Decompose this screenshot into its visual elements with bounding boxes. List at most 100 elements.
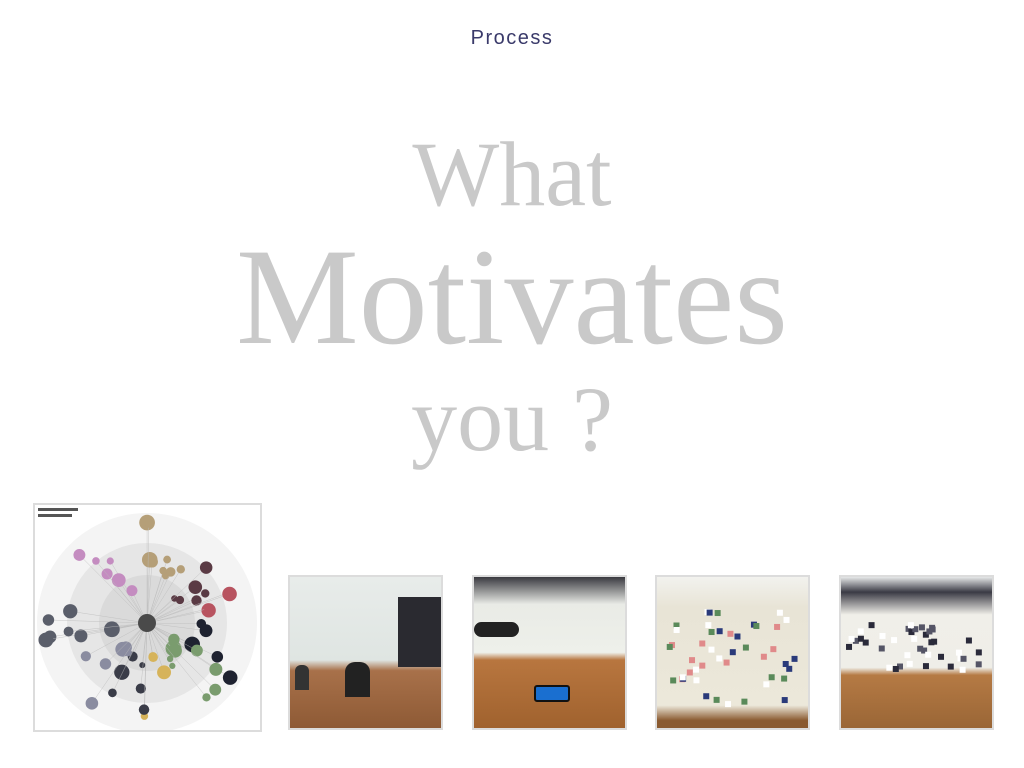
diagram-bubble <box>85 697 99 710</box>
diagram-bubble <box>144 519 154 528</box>
diagram-bubble <box>114 664 130 680</box>
card-shape <box>693 666 700 673</box>
diagram-bubble <box>166 655 174 663</box>
card-shape <box>666 643 673 650</box>
motivation-diagram-image <box>37 508 257 730</box>
diagram-bubble <box>199 624 213 638</box>
card-shape <box>768 674 775 681</box>
card-shape <box>699 640 706 647</box>
thumbnail-photo-sticky-notes[interactable] <box>655 575 810 730</box>
diagram-center-bubble <box>138 614 156 632</box>
card-shape <box>742 644 749 651</box>
card-shape <box>917 645 924 652</box>
card-shape <box>741 698 748 705</box>
card-shape <box>868 622 875 629</box>
thumbnail-photo-placing-cards[interactable] <box>839 575 994 730</box>
card-shape <box>891 637 898 644</box>
card-shape <box>848 635 855 642</box>
card-shape <box>770 646 777 653</box>
diagram-bubble <box>209 683 222 696</box>
card-shape <box>673 626 680 633</box>
card-shape <box>716 655 723 662</box>
card-shape <box>729 649 736 656</box>
headline-line-1: What <box>412 123 612 225</box>
card-shape <box>679 674 686 681</box>
diagram-bubble <box>169 662 176 670</box>
card-shape <box>886 664 893 671</box>
diagram-bubble <box>171 595 178 602</box>
card-shape <box>975 661 982 668</box>
card-shape <box>763 681 770 688</box>
diagram-bubble <box>199 561 213 574</box>
diagram-bubble <box>42 614 55 626</box>
diagram-bubble <box>139 662 146 669</box>
diagram-bubble <box>73 549 86 561</box>
diagram-bubble <box>99 658 112 670</box>
diagram-bubble <box>165 567 176 577</box>
card-shape <box>879 632 886 639</box>
diagram-bubble <box>92 557 100 565</box>
thumbnail-photo-drawing[interactable] <box>472 575 627 730</box>
diagram-bubble <box>80 651 91 662</box>
card-shape <box>892 665 899 672</box>
diagram-bubble <box>222 670 238 685</box>
diagram-bubble <box>191 595 202 606</box>
cards-image <box>846 622 982 673</box>
section-title: Process <box>470 27 554 49</box>
card-shape <box>714 610 721 617</box>
diagram-bubble <box>106 557 114 565</box>
headline-line-2: Motivates <box>236 220 788 373</box>
diagram-bubble <box>63 604 78 619</box>
card-shape <box>791 655 798 662</box>
diagram-bubble <box>38 632 54 648</box>
thumbnail-photo-meeting-room[interactable] <box>288 575 443 730</box>
card-shape <box>725 701 732 708</box>
diagram-bubble <box>108 688 117 698</box>
card-shape <box>693 677 700 684</box>
card-shape <box>781 697 788 704</box>
card-shape <box>713 696 720 703</box>
card-shape <box>878 645 885 652</box>
card-shape <box>960 655 967 662</box>
diagram-bubble <box>159 566 167 575</box>
sticky-notes-image <box>666 609 798 708</box>
diagram-bubble <box>190 644 203 657</box>
arm-shape <box>474 622 519 637</box>
card-shape <box>959 666 966 673</box>
diagram-bubble <box>202 693 211 702</box>
diagram-bubble <box>138 704 150 715</box>
diagram-bubble <box>168 633 180 646</box>
diagram-bubble <box>203 604 213 613</box>
card-shape <box>846 643 853 650</box>
diagram-bubble <box>104 621 120 638</box>
card-shape <box>723 659 730 666</box>
card-shape <box>670 677 677 684</box>
card-shape <box>907 622 914 629</box>
card-shape <box>975 649 982 656</box>
card-shape <box>727 630 734 637</box>
card-shape <box>911 635 918 642</box>
diagram-bubble <box>74 629 88 643</box>
card-shape <box>760 653 767 660</box>
card-shape <box>781 675 788 682</box>
person-shape <box>295 665 309 690</box>
diagram-bubble <box>111 573 126 588</box>
card-shape <box>925 651 932 658</box>
card-shape <box>774 623 781 630</box>
diagram-bubble <box>157 665 171 680</box>
card-shape <box>918 624 925 631</box>
card-shape <box>947 663 954 670</box>
card-shape <box>686 669 693 676</box>
headline-line-3: you ? <box>411 368 613 470</box>
card-shape <box>955 649 962 656</box>
thumbnail-motivation-diagram[interactable] <box>33 503 262 732</box>
card-shape <box>776 609 783 616</box>
diagram-bubble <box>135 683 146 694</box>
diagram-bubble <box>148 652 158 663</box>
card-shape <box>703 693 710 700</box>
diagram-bubble <box>201 589 210 598</box>
card-shape <box>857 628 864 635</box>
card-shape <box>699 662 706 669</box>
card-shape <box>904 652 911 659</box>
card-shape <box>706 609 713 616</box>
